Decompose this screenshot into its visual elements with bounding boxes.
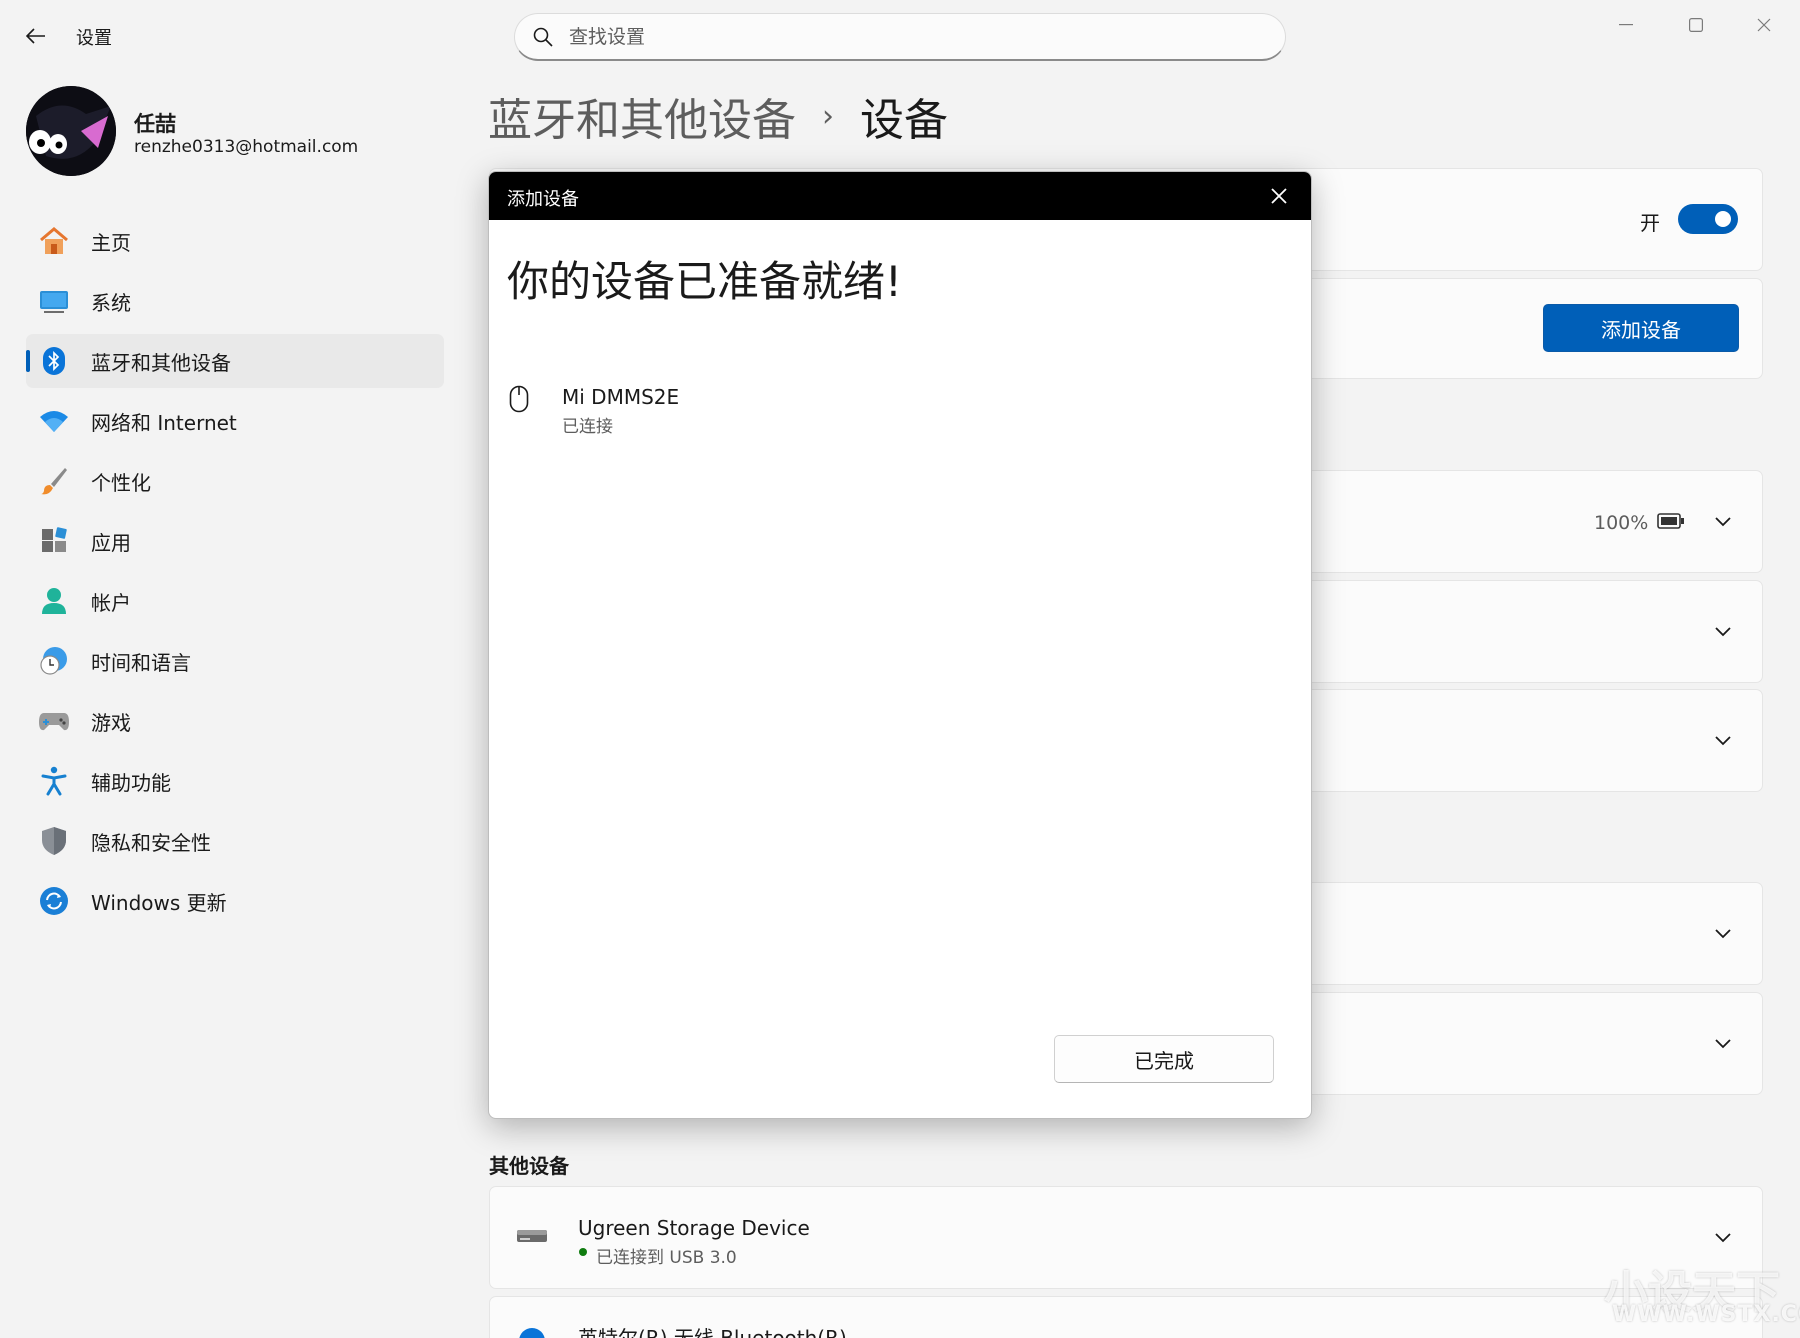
device-status: 已连接: [562, 417, 613, 437]
close-icon: [1271, 188, 1287, 204]
battery-icon: [1657, 513, 1684, 529]
chevron-down-icon: [1715, 516, 1731, 526]
close-window-button[interactable]: [1734, 8, 1794, 42]
search-input[interactable]: [569, 25, 1249, 48]
gamepad-icon: [38, 705, 70, 737]
sidebar-item-accessibility[interactable]: 辅助功能: [26, 754, 444, 808]
arrow-left-icon: [26, 28, 45, 44]
sidebar-item-gaming[interactable]: 游戏: [26, 694, 444, 748]
bluetooth-toggle[interactable]: [1678, 204, 1738, 234]
user-email: renzhe0313@hotmail.com: [134, 137, 359, 157]
sidebar-item-time-language[interactable]: 时间和语言: [26, 634, 444, 688]
mouse-icon: [509, 385, 529, 413]
sidebar-item-label: 主页: [91, 230, 131, 255]
sidebar-item-label: 帐户: [91, 590, 131, 615]
sidebar-item-system[interactable]: 系统: [26, 274, 444, 328]
maximize-button[interactable]: [1666, 8, 1726, 42]
device-name: 英特尔(R) 无线 Bluetooth(R): [578, 1326, 847, 1338]
sidebar-item-apps[interactable]: 应用: [26, 514, 444, 568]
sidebar-nav: 主页 系统 蓝牙和其他设备 网络和 Internet 个性化 应用 帐户 时间和…: [26, 214, 444, 934]
user-name: 任喆: [134, 112, 176, 136]
breadcrumb-separator: ›: [822, 98, 834, 134]
sidebar-item-windows-update[interactable]: Windows 更新: [26, 874, 444, 928]
sidebar-item-label: 蓝牙和其他设备: [91, 350, 231, 375]
watermark-url: WWW.WSTX.COM: [1612, 1302, 1800, 1327]
bluetooth-icon: [38, 345, 70, 377]
avatar-image: [26, 86, 116, 176]
minimize-icon: [1619, 24, 1633, 26]
chevron-down-icon: [1715, 928, 1731, 938]
device-name: Ugreen Storage Device: [578, 1216, 810, 1240]
dialog-title: 添加设备: [507, 189, 579, 210]
device-name: Mi DMMS2E: [562, 385, 680, 409]
account-icon: [38, 585, 70, 617]
sidebar-item-accounts[interactable]: 帐户: [26, 574, 444, 628]
add-device-dialog: 添加设备 你的设备已准备就绪! Mi DMMS2E 已连接 已完成: [488, 171, 1312, 1119]
home-icon: [38, 225, 70, 257]
section-title-other-devices: 其他设备: [489, 1154, 569, 1178]
search-box[interactable]: [514, 13, 1286, 61]
sidebar-item-privacy[interactable]: 隐私和安全性: [26, 814, 444, 868]
app-title: 设置: [76, 28, 112, 49]
bluetooth-icon: [519, 1328, 545, 1338]
dialog-title-bar: 添加设备: [489, 172, 1311, 220]
clock-globe-icon: [38, 645, 70, 677]
drive-icon: [517, 1230, 547, 1242]
bluetooth-toggle-label: 开: [1640, 211, 1660, 235]
sidebar-item-label: 网络和 Internet: [91, 410, 237, 435]
shield-icon: [38, 825, 70, 857]
search-icon: [533, 27, 553, 47]
breadcrumb: 蓝牙和其他设备 › 设备: [488, 84, 948, 148]
sidebar-item-label: 个性化: [91, 470, 151, 495]
chevron-down-icon: [1715, 626, 1731, 636]
close-icon: [1757, 18, 1771, 32]
dialog-close-button[interactable]: [1267, 184, 1291, 208]
maximize-icon: [1689, 18, 1703, 32]
apps-icon: [38, 525, 70, 557]
chevron-down-icon: [1715, 1232, 1731, 1242]
add-device-button[interactable]: 添加设备: [1543, 304, 1739, 352]
sidebar-item-bluetooth[interactable]: 蓝牙和其他设备: [26, 334, 444, 388]
battery-percent: 100%: [1594, 512, 1649, 534]
done-button[interactable]: 已完成: [1054, 1035, 1274, 1083]
sidebar-item-label: 系统: [91, 290, 131, 315]
device-status: 已连接到 USB 3.0: [596, 1248, 737, 1268]
accessibility-icon: [38, 765, 70, 797]
chevron-down-icon: [1715, 735, 1731, 745]
wifi-icon: [38, 405, 70, 437]
brush-icon: [38, 465, 70, 497]
sidebar-item-label: 应用: [91, 530, 131, 555]
chevron-down-icon: [1715, 1038, 1731, 1048]
minimize-button[interactable]: [1596, 8, 1656, 42]
sidebar-item-label: 时间和语言: [91, 650, 191, 675]
title-bar: 设置: [0, 0, 1800, 72]
sidebar-item-label: Windows 更新: [91, 890, 227, 915]
sidebar-item-personalization[interactable]: 个性化: [26, 454, 444, 508]
avatar[interactable]: [26, 86, 116, 176]
sidebar-item-label: 辅助功能: [91, 770, 171, 795]
update-icon: [38, 885, 70, 917]
page-title: 设备: [860, 95, 948, 146]
system-icon: [38, 285, 70, 317]
sidebar-item-label: 隐私和安全性: [91, 830, 211, 855]
dialog-heading: 你的设备已准备就绪!: [507, 257, 902, 306]
back-button[interactable]: [18, 20, 54, 52]
breadcrumb-parent[interactable]: 蓝牙和其他设备: [488, 84, 796, 148]
connected-indicator: [579, 1248, 587, 1256]
sidebar-item-label: 游戏: [91, 710, 131, 735]
sidebar-item-network[interactable]: 网络和 Internet: [26, 394, 444, 448]
sidebar-item-home[interactable]: 主页: [26, 214, 444, 268]
